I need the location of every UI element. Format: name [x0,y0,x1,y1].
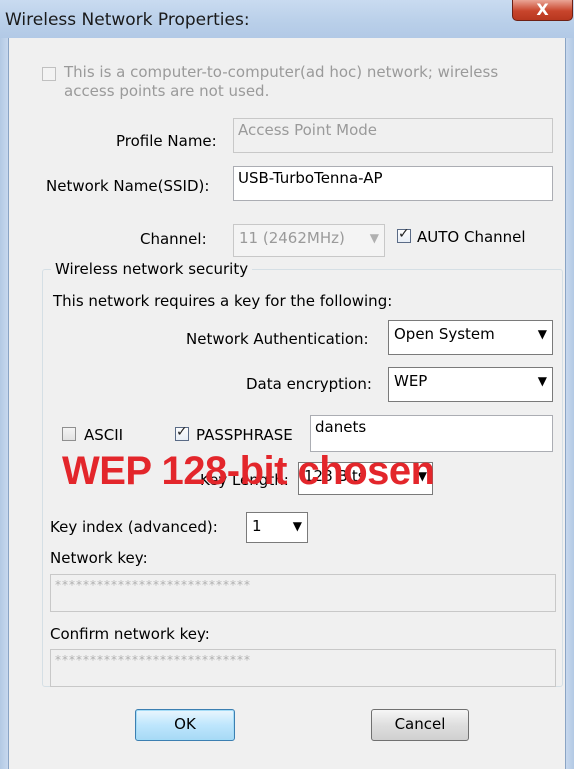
passphrase-checkbox[interactable] [175,424,189,441]
passphrase-label: PASSPHRASE [196,426,293,444]
adhoc-label: This is a computer-to-computer(ad hoc) n… [64,63,498,101]
channel-select[interactable]: 11 (2462MHz) ▼ [233,224,385,257]
auto-channel-label: AUTO Channel [417,228,526,246]
auth-label: Network Authentication: [186,330,369,348]
confirm-key-field[interactable]: **************************** [50,649,556,687]
key-index-select[interactable]: 1 ▼ [246,512,308,543]
chevron-down-icon: ▼ [369,231,379,245]
adhoc-label-line2: access points are not used. [64,82,270,100]
encryption-value: WEP [394,372,428,390]
encryption-select[interactable]: WEP ▼ [388,367,553,402]
key-index-label: Key index (advanced): [50,518,218,536]
chevron-down-icon: ▼ [537,327,547,341]
window-frame-left [0,38,8,769]
ascii-label: ASCII [84,426,124,444]
title-bar: Wireless Network Properties: X [0,0,574,38]
window-title: Wireless Network Properties: [5,10,250,30]
ssid-field[interactable]: USB-TurboTenna-AP [233,166,553,201]
profile-name-label: Profile Name: [116,132,217,150]
network-key-field[interactable]: **************************** [50,574,556,612]
close-icon: X [536,0,549,19]
adhoc-checkbox[interactable] [42,67,56,81]
channel-label: Channel: [140,230,207,248]
chevron-down-icon: ▼ [292,519,302,533]
auto-channel-checkbox[interactable] [397,226,411,243]
adhoc-label-line1: This is a computer-to-computer(ad hoc) n… [64,63,499,81]
close-button[interactable]: X [512,0,573,21]
security-intro-text: This network requires a key for the foll… [53,292,393,310]
cancel-button[interactable]: Cancel [371,709,469,741]
channel-value: 11 (2462MHz) [239,229,345,247]
auth-value: Open System [394,325,495,343]
ssid-label: Network Name(SSID): [46,177,210,195]
ok-button[interactable]: OK [135,709,235,741]
key-index-value: 1 [252,517,262,535]
profile-name-field[interactable]: Access Point Mode [233,118,553,153]
chevron-down-icon: ▼ [537,374,547,388]
network-key-label: Network key: [50,549,148,567]
passphrase-field[interactable]: danets [310,415,553,452]
auth-select[interactable]: Open System ▼ [388,320,553,355]
confirm-key-label: Confirm network key: [50,625,210,643]
annotation-overlay-text: WEP 128-bit chosen [62,449,435,493]
security-group-title: Wireless network security [51,260,253,278]
ascii-checkbox[interactable] [62,427,76,441]
encryption-label: Data encryption: [246,375,372,393]
window-frame-right [566,38,574,769]
